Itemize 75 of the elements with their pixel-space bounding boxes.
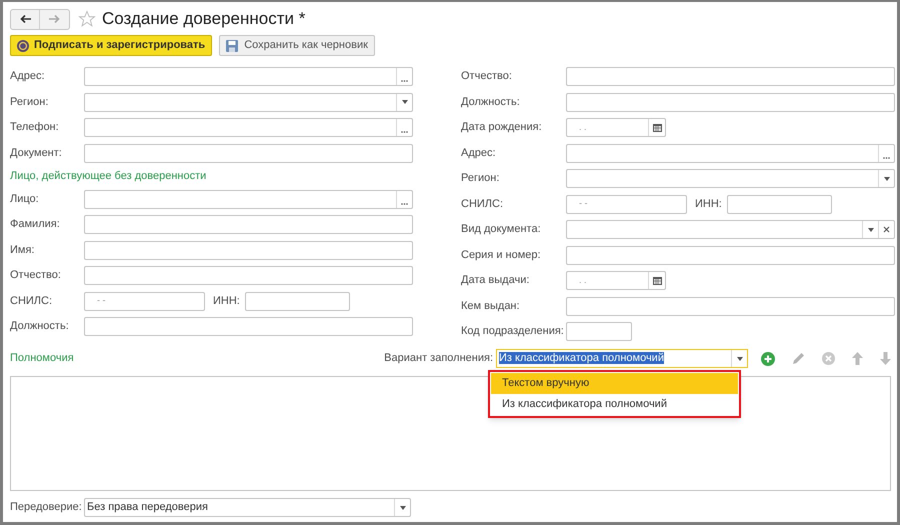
input-field[interactable]: [566, 246, 895, 264]
seal-icon: [17, 40, 29, 52]
field-label: Отчество:: [461, 69, 513, 84]
input-field[interactable]: [566, 67, 895, 86]
sign-button[interactable]: Подписать и зарегистрировать: [10, 35, 212, 56]
input-field[interactable]: [84, 118, 413, 137]
field-label: Фамилия:: [10, 217, 61, 232]
field-label: Адрес:: [10, 69, 46, 84]
field-label: Вариант заполнения:: [384, 351, 493, 366]
field-label: Телефон:: [10, 120, 60, 136]
field-label: Лицо:: [10, 192, 40, 207]
field-label: Серия и номер:: [461, 248, 542, 263]
input-field[interactable]: [84, 190, 413, 208]
caret-icon: [736, 356, 742, 360]
field-label: Кем выдан:: [461, 298, 521, 314]
field-label: Должность:: [461, 94, 521, 110]
field-label: Регион:: [10, 94, 50, 110]
pencil-icon[interactable]: [792, 352, 805, 365]
star-icon[interactable]: [78, 10, 96, 28]
save-draft-button[interactable]: Сохранить как черновик: [219, 35, 375, 56]
section-heading: Лицо, действующее без доверенности: [10, 168, 206, 184]
dropdown-option[interactable]: Текстом вручную: [491, 373, 738, 394]
field-label: Отчество:: [10, 268, 62, 284]
date-mask: . .: [578, 120, 588, 134]
dropdown-field[interactable]: [566, 220, 895, 239]
calendar-icon: [652, 276, 662, 285]
back-arrow-icon: [20, 15, 30, 23]
caret-icon: [868, 228, 874, 232]
date-mask: . .: [578, 274, 588, 287]
calendar-button[interactable]: [648, 119, 665, 136]
caret-icon: [400, 506, 406, 510]
input-field[interactable]: [566, 322, 632, 341]
fill-mode-value: Из классификатора полномочий: [499, 352, 664, 364]
add-icon[interactable]: [761, 352, 775, 366]
section-heading: Полномочия: [10, 351, 74, 366]
input-field[interactable]: [84, 240, 413, 260]
dropdown-field[interactable]: [84, 92, 413, 112]
down-arrow-icon[interactable]: [880, 352, 891, 365]
input-field[interactable]: [566, 296, 895, 316]
field-label: Код подразделения:: [461, 324, 565, 340]
up-arrow-icon[interactable]: [852, 352, 863, 365]
forward-arrow-icon: [49, 15, 60, 23]
field-label: Передоверие:: [10, 500, 83, 516]
field-label: Документ:: [10, 146, 63, 161]
field-label: Дата выдачи:: [461, 273, 530, 288]
input-field[interactable]: [84, 67, 413, 86]
field-label: Дата рождения:: [461, 120, 543, 136]
input-field[interactable]: [84, 317, 413, 336]
caret-icon: [402, 100, 408, 104]
caret-icon: [884, 176, 890, 180]
field-label: Адрес:: [461, 146, 497, 161]
field-label: ИНН:: [213, 294, 240, 309]
delete-icon[interactable]: [822, 352, 835, 365]
delegation-dropdown[interactable]: Без права передоверия: [84, 498, 411, 517]
calendar-icon: [652, 123, 662, 132]
field-label: Регион:: [461, 171, 500, 186]
field-label: Должность:: [10, 319, 70, 334]
window-title: Создание доверенности *: [102, 8, 306, 30]
close-icon: [883, 226, 890, 233]
dropdown-field[interactable]: [566, 169, 895, 188]
field-label: СНИЛС:: [10, 294, 54, 309]
field-label: СНИЛС:: [461, 196, 504, 212]
authority-table[interactable]: [10, 376, 891, 491]
field-label: ИНН:: [695, 196, 722, 212]
input-field[interactable]: [566, 144, 895, 162]
input-field[interactable]: [566, 92, 895, 112]
input-field[interactable]: [84, 266, 413, 285]
calendar-button[interactable]: [648, 272, 665, 289]
inn-field[interactable]: [726, 194, 832, 214]
inn-field[interactable]: [244, 292, 350, 310]
fill-mode-dropdown[interactable]: Из классификатора полномочий: [496, 349, 748, 368]
input-field[interactable]: [84, 215, 413, 234]
input-field[interactable]: [84, 144, 413, 162]
field-label: Вид документа:: [461, 222, 542, 238]
field-label: Имя:: [10, 242, 36, 258]
